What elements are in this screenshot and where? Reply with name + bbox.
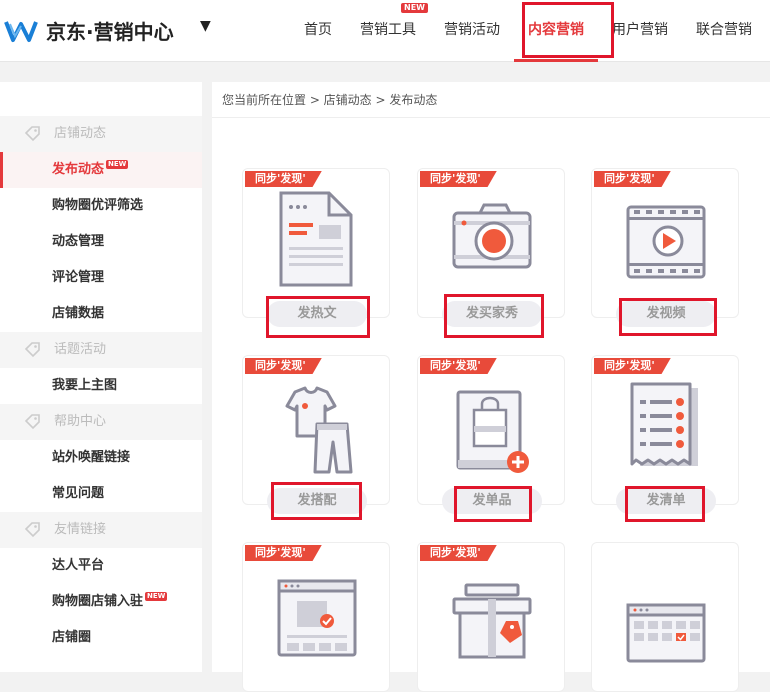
new-badge: NEW bbox=[401, 3, 428, 13]
highlight-box bbox=[454, 486, 532, 522]
sidebar-item-store-data[interactable]: 店铺数据 bbox=[0, 296, 202, 332]
sidebar-group-friend-links[interactable]: 友情链接 bbox=[0, 512, 202, 548]
sidebar-group-store-updates[interactable]: 店铺动态 bbox=[0, 116, 202, 152]
card-checklist[interactable]: 同步'发现' 发清单 bbox=[591, 355, 739, 514]
sidebar-item-talent-platform[interactable]: 达人平台 bbox=[0, 548, 202, 584]
sync-discover-tag: 同步'发现' bbox=[245, 171, 322, 187]
sidebar-item-comment-management[interactable]: 评论管理 bbox=[0, 260, 202, 296]
sidebar-item-publish-update[interactable]: 发布动态 NEW bbox=[0, 152, 202, 188]
highlight-box bbox=[271, 482, 362, 520]
shopping-bag-icon bbox=[456, 390, 529, 473]
chevron-down-icon[interactable]: ▼ bbox=[200, 18, 211, 34]
calendar-icon bbox=[626, 603, 706, 663]
sidebar: 店铺动态 发布动态 NEW 购物圈优评筛选 动态管理 评论管理 店铺数据 话题活动… bbox=[0, 82, 202, 672]
document-icon bbox=[279, 191, 353, 287]
sidebar-item-store-circle[interactable]: 店铺圈 bbox=[0, 620, 202, 656]
browser-window-icon bbox=[277, 579, 357, 657]
sync-discover-tag: 同步'发现' bbox=[420, 358, 497, 374]
sync-discover-tag: 同步'发现' bbox=[245, 358, 322, 374]
brand-title[interactable]: 京东·营销中心 bbox=[46, 16, 174, 45]
card-calendar[interactable] bbox=[591, 542, 739, 692]
outfit-icon bbox=[285, 386, 353, 474]
highlight-box bbox=[522, 2, 614, 58]
card-gift[interactable]: 同步'发现' bbox=[417, 542, 565, 692]
tag-icon bbox=[24, 126, 40, 142]
highlight-box bbox=[444, 294, 544, 338]
camera-icon bbox=[452, 203, 532, 269]
tag-icon bbox=[24, 522, 40, 538]
sidebar-item-faq[interactable]: 常见问题 bbox=[0, 476, 202, 512]
nav-home[interactable]: 首页 bbox=[290, 0, 346, 62]
highlight-box bbox=[625, 486, 705, 522]
nav-marketing-tools[interactable]: 营销工具 NEW bbox=[346, 0, 430, 62]
new-badge: NEW bbox=[106, 160, 129, 169]
sync-discover-tag: 同步'发现' bbox=[594, 171, 671, 187]
card-browser[interactable]: 同步'发现' bbox=[242, 542, 390, 692]
card-video[interactable]: 同步'发现' 发视频 bbox=[591, 168, 739, 327]
video-icon bbox=[626, 205, 706, 279]
sync-discover-tag: 同步'发现' bbox=[245, 545, 322, 561]
highlight-box bbox=[266, 296, 370, 338]
jd-logo-icon[interactable] bbox=[4, 14, 38, 46]
sync-discover-tag: 同步'发现' bbox=[420, 171, 497, 187]
sidebar-group-topic-activities[interactable]: 话题活动 bbox=[0, 332, 202, 368]
sidebar-item-update-management[interactable]: 动态管理 bbox=[0, 224, 202, 260]
checklist-icon bbox=[630, 382, 698, 466]
sidebar-item-main-image[interactable]: 我要上主图 bbox=[0, 368, 202, 404]
nav-joint-marketing[interactable]: 联合营销 bbox=[682, 0, 766, 62]
tag-icon bbox=[24, 342, 40, 358]
tag-icon bbox=[24, 414, 40, 430]
highlight-box bbox=[619, 298, 717, 336]
sidebar-group-help-center[interactable]: 帮助中心 bbox=[0, 404, 202, 440]
sync-discover-tag: 同步'发现' bbox=[594, 358, 671, 374]
breadcrumb: 您当前所在位置 > 店铺动态 > 发布动态 bbox=[212, 82, 770, 118]
new-badge: NEW bbox=[145, 592, 168, 601]
sidebar-item-wakeup-link[interactable]: 站外唤醒链接 bbox=[0, 440, 202, 476]
sidebar-item-store-join[interactable]: 购物圈店铺入驻 NEW bbox=[0, 584, 202, 620]
card-single-item[interactable]: 同步'发现' 发单品 bbox=[417, 355, 565, 514]
top-bar: 京东·营销中心 ▼ 首页 营销工具 NEW 营销活动 内容营销 用户营销 联合营销 bbox=[0, 0, 770, 62]
gift-box-icon bbox=[452, 583, 532, 659]
nav-marketing-activities[interactable]: 营销活动 bbox=[430, 0, 514, 62]
main-panel: 您当前所在位置 > 店铺动态 > 发布动态 同步'发现' 发热文 同步'发现' … bbox=[212, 82, 770, 692]
sidebar-item-review-filter[interactable]: 购物圈优评筛选 bbox=[0, 188, 202, 224]
sync-discover-tag: 同步'发现' bbox=[420, 545, 497, 561]
